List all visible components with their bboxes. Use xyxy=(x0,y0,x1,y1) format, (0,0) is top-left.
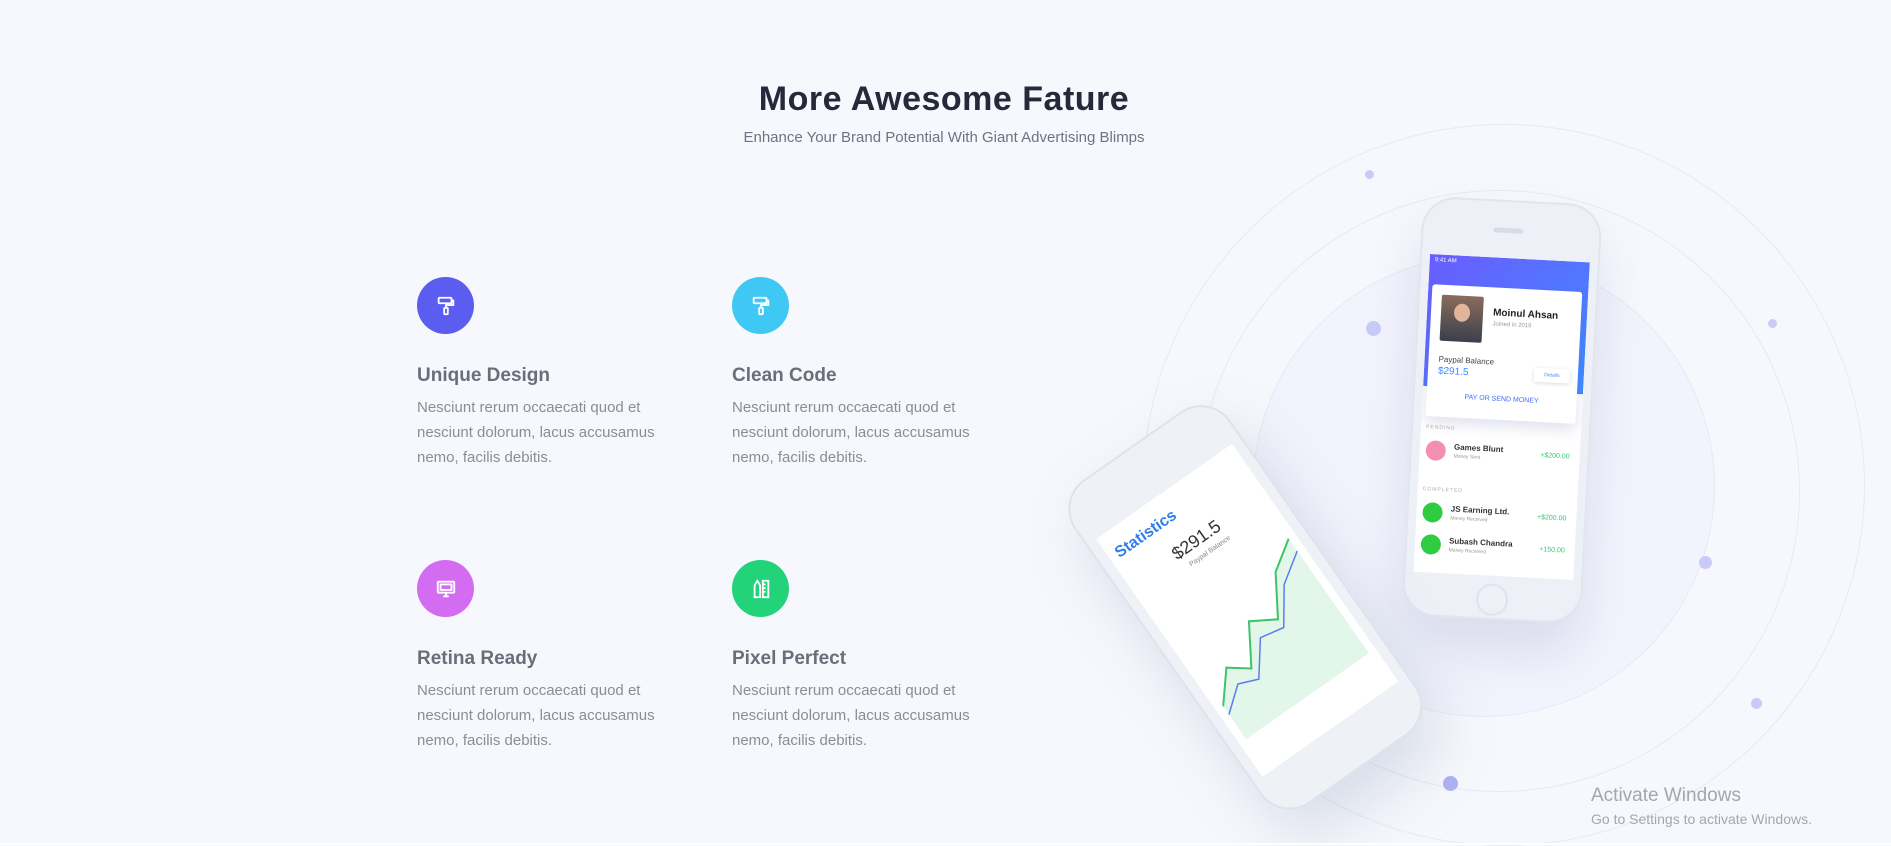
feature-retina-ready: Retina Ready Nesciunt rerum occaecati qu… xyxy=(417,560,687,753)
decorative-orb xyxy=(1768,319,1777,328)
app-illustration: 9:41 AM Moinul Ahsan Joined in 2019 Payp… xyxy=(1040,124,1891,846)
feature-unique-design: Unique Design Nesciunt rerum occaecati q… xyxy=(417,277,687,470)
paint-roller-icon xyxy=(732,277,789,334)
profile-card: Moinul Ahsan Joined in 2019 Paypal Balan… xyxy=(1425,284,1583,424)
feature-text: Nesciunt rerum occaecati quod et nesciun… xyxy=(417,399,655,466)
section-title: More Awesome Fature xyxy=(758,80,1130,118)
transaction-row: Games Blunt Money Sent +$200.00 xyxy=(1425,438,1576,472)
paypal-amount: $291.5 xyxy=(1437,365,1469,379)
statistics-title: Statistics xyxy=(1111,506,1180,562)
transaction-avatar xyxy=(1420,533,1442,555)
transaction-amount: +$200.00 xyxy=(1540,452,1570,461)
pay-send-button: PAY OR SEND MONEY xyxy=(1464,394,1539,405)
pencil-ruler-icon xyxy=(732,560,789,617)
monitor-icon xyxy=(417,560,474,617)
pending-label: PENDING xyxy=(1425,424,1456,432)
phone-speaker xyxy=(1493,227,1524,234)
profile-subtitle: Joined in 2019 xyxy=(1492,321,1532,330)
feature-title: Clean Code xyxy=(732,365,837,386)
paint-roller-icon xyxy=(417,277,474,334)
transaction-amount: +150.00 xyxy=(1539,546,1565,555)
transaction-avatar xyxy=(1425,440,1447,462)
profile-phone-mockup: 9:41 AM Moinul Ahsan Joined in 2019 Payp… xyxy=(1401,195,1603,625)
transaction-name: Subash Chandra xyxy=(1448,536,1513,549)
feature-text: Nesciunt rerum occaecati quod et nesciun… xyxy=(732,399,970,466)
decorative-orb xyxy=(1443,776,1458,791)
decorative-orb xyxy=(1751,698,1762,709)
details-button: Details xyxy=(1534,368,1571,384)
watermark-subtitle: Go to Settings to activate Windows. xyxy=(1591,811,1812,827)
paypal-label: Paypal Balance xyxy=(1438,354,1495,367)
transaction-name: JS Earning Ltd. xyxy=(1450,504,1510,517)
feature-text: Nesciunt rerum occaecati quod et nesciun… xyxy=(732,682,970,749)
feature-clean-code: Clean Code Nesciunt rerum occaecati quod… xyxy=(732,277,1002,470)
feature-title: Pixel Perfect xyxy=(732,648,847,669)
windows-activation-watermark: Activate Windows Go to Settings to activ… xyxy=(1591,785,1812,827)
decorative-orb xyxy=(1366,321,1381,336)
watermark-title: Activate Windows xyxy=(1591,785,1741,806)
status-time: 9:41 AM xyxy=(1434,257,1457,265)
home-button xyxy=(1475,582,1509,617)
transaction-row: Subash Chandra Money Received +150.00 xyxy=(1420,532,1571,566)
transaction-name: Games Blunt xyxy=(1453,442,1504,455)
transaction-sub: Money Received xyxy=(1450,515,1488,524)
feature-pixel-perfect: Pixel Perfect Nesciunt rerum occaecati q… xyxy=(732,560,1002,753)
transaction-avatar xyxy=(1422,501,1444,524)
decorative-orb xyxy=(1365,170,1374,179)
profile-name: Moinul Ahsan xyxy=(1492,307,1559,322)
decorative-orb xyxy=(1699,556,1712,569)
avatar xyxy=(1439,294,1484,343)
completed-label: COMPLETED xyxy=(1422,485,1463,495)
feature-title: Unique Design xyxy=(417,365,551,386)
feature-text: Nesciunt rerum occaecati quod et nesciun… xyxy=(417,682,655,749)
feature-title: Retina Ready xyxy=(417,648,538,669)
transaction-sub: Money Sent xyxy=(1453,453,1481,461)
transaction-amount: +$200.00 xyxy=(1536,513,1567,523)
profile-screen: 9:41 AM Moinul Ahsan Joined in 2019 Payp… xyxy=(1413,254,1590,580)
transaction-sub: Money Received xyxy=(1448,547,1486,556)
transaction-row: JS Earning Ltd. Money Received +$200.00 xyxy=(1422,500,1573,534)
